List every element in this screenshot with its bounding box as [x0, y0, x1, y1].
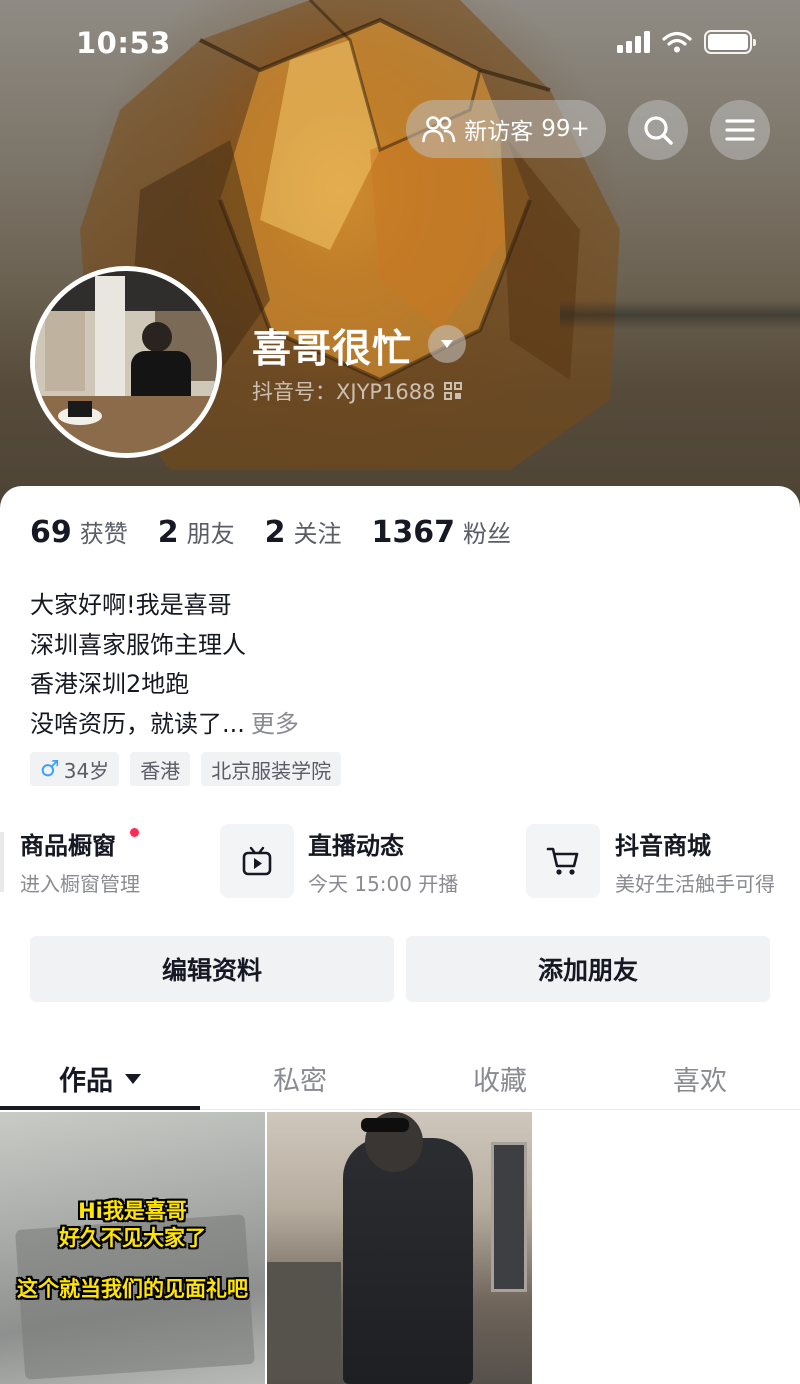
stat-followers[interactable]: 1367 粉丝	[372, 514, 512, 550]
live-updates-subtitle: 今天 15:00 开播	[308, 872, 459, 896]
stat-likes-value: 69	[30, 515, 72, 550]
stat-friends-label: 朋友	[186, 520, 235, 548]
stat-following-value: 2	[264, 515, 286, 550]
wifi-icon	[662, 31, 692, 53]
thumbnail-sofa	[267, 1262, 341, 1372]
avatar[interactable]	[30, 266, 222, 458]
notification-dot	[130, 828, 139, 837]
male-icon: ♂	[40, 756, 60, 782]
status-time: 10:53	[76, 26, 171, 60]
video-thumbnail[interactable]: Hi我是喜哥 好久不见大家了 这个就当我们的见面礼吧	[0, 1112, 265, 1384]
tag-region-label: 香港	[140, 758, 181, 783]
bio-line: 大家好啊!我是喜哥	[30, 591, 232, 619]
product-showcase-title: 商品橱窗	[20, 832, 116, 860]
video-caption-line: Hi我是喜哥 好久不见大家了	[59, 1199, 206, 1250]
stat-followers-value: 1367	[371, 515, 456, 550]
product-showcase-subtitle: 进入橱窗管理	[20, 872, 140, 896]
stat-following[interactable]: 2 关注	[265, 514, 342, 550]
bio-more-link[interactable]: 更多	[251, 710, 299, 738]
bio-line: 深圳喜家服饰主理人	[30, 630, 246, 659]
triangle-down-icon	[441, 340, 453, 348]
tag-school-label: 北京服装学院	[211, 758, 332, 783]
nickname: 喜哥很忙	[252, 327, 413, 372]
douyin-mall-title: 抖音商城	[615, 832, 711, 860]
avatar-photo	[35, 271, 217, 453]
douyin-id-value: XJYP1688	[336, 380, 436, 404]
tab-works-label: 作品	[59, 1065, 113, 1097]
tab-active-indicator	[0, 1106, 200, 1110]
menu-button[interactable]	[710, 100, 770, 160]
tab-favorites-label: 收藏	[473, 1065, 527, 1097]
tv-play-icon	[242, 846, 272, 876]
tab-private[interactable]: 私密	[200, 1046, 400, 1110]
thumbnail-sunglasses	[361, 1118, 409, 1132]
content-tabs: 作品 私密 收藏 喜欢	[0, 1046, 800, 1110]
tag-school: 北京服装学院	[201, 752, 342, 786]
edit-profile-button[interactable]: 编辑资料	[30, 936, 394, 1002]
tag-region: 香港	[130, 752, 191, 786]
new-visitors-button[interactable]: 新访客 99+	[406, 100, 606, 158]
shopping-cart-icon	[546, 847, 579, 875]
add-friend-button[interactable]: 添加朋友	[406, 936, 770, 1002]
cover-horizon	[560, 300, 800, 330]
tab-favorites[interactable]: 收藏	[400, 1046, 600, 1110]
feature-entries: 商品橱窗 进入橱窗管理 直播动态 今天 15:00 开播 抖音商城 美好生活触手…	[0, 822, 800, 902]
people-icon	[422, 116, 456, 143]
status-icons	[617, 30, 756, 54]
new-visitors-count: 99+	[541, 116, 590, 142]
hamburger-menu-icon	[725, 119, 755, 141]
search-icon	[644, 116, 673, 145]
battery-icon	[704, 30, 756, 54]
tab-likes[interactable]: 喜欢	[600, 1046, 800, 1110]
qr-code-icon[interactable]	[443, 382, 462, 400]
bio-line: 香港深圳2地跑	[30, 670, 190, 698]
account-switch-button[interactable]	[428, 325, 466, 363]
video-caption-line: 这个就当我们的见面礼吧	[17, 1277, 248, 1301]
stat-likes-label: 获赞	[79, 520, 128, 548]
tag-age: 34岁	[63, 758, 110, 783]
tag-gender-age: ♂ 34岁	[30, 752, 120, 786]
profile-tags: ♂ 34岁 香港 北京服装学院	[30, 752, 342, 786]
stat-friends-value: 2	[157, 515, 179, 550]
live-updates-title: 直播动态	[308, 832, 404, 860]
search-button[interactable]	[628, 100, 688, 160]
stat-following-label: 关注	[293, 520, 342, 548]
new-visitors-label: 新访客	[464, 119, 534, 145]
mall-cart-icon-box	[526, 824, 600, 898]
tab-private-label: 私密	[273, 1065, 327, 1097]
stat-likes[interactable]: 69 获赞	[30, 514, 128, 550]
caret-down-icon[interactable]	[125, 1074, 141, 1084]
tab-works[interactable]: 作品	[0, 1046, 200, 1110]
douyin-id-row[interactable]: 抖音号：XJYP1688	[252, 376, 462, 406]
thumbnail-person	[343, 1138, 473, 1384]
stat-friends[interactable]: 2 朋友	[158, 514, 235, 550]
tab-likes-label: 喜欢	[673, 1065, 727, 1097]
profile-sheet: 69 获赞 2 朋友 2 关注 1367 粉丝 大家好啊!我是喜哥 深圳喜家服饰…	[0, 486, 800, 1384]
cellular-signal-icon	[617, 31, 650, 53]
video-thumbnail[interactable]	[267, 1112, 532, 1384]
douyin-mall-subtitle: 美好生活触手可得	[615, 872, 775, 896]
bio[interactable]: 大家好啊!我是喜哥 深圳喜家服饰主理人 香港深圳2地跑 没啥资历，就读了... 更…	[30, 586, 299, 744]
live-tv-icon-box	[220, 824, 294, 898]
scroll-edge	[0, 832, 4, 892]
thumbnail-window	[491, 1142, 527, 1292]
douyin-id-label: 抖音号：	[252, 380, 336, 404]
stats-row: 69 获赞 2 朋友 2 关注 1367 粉丝	[30, 514, 511, 550]
bio-line: 没啥资历，就读了...	[30, 709, 245, 738]
stat-followers-label: 粉丝	[463, 520, 511, 548]
